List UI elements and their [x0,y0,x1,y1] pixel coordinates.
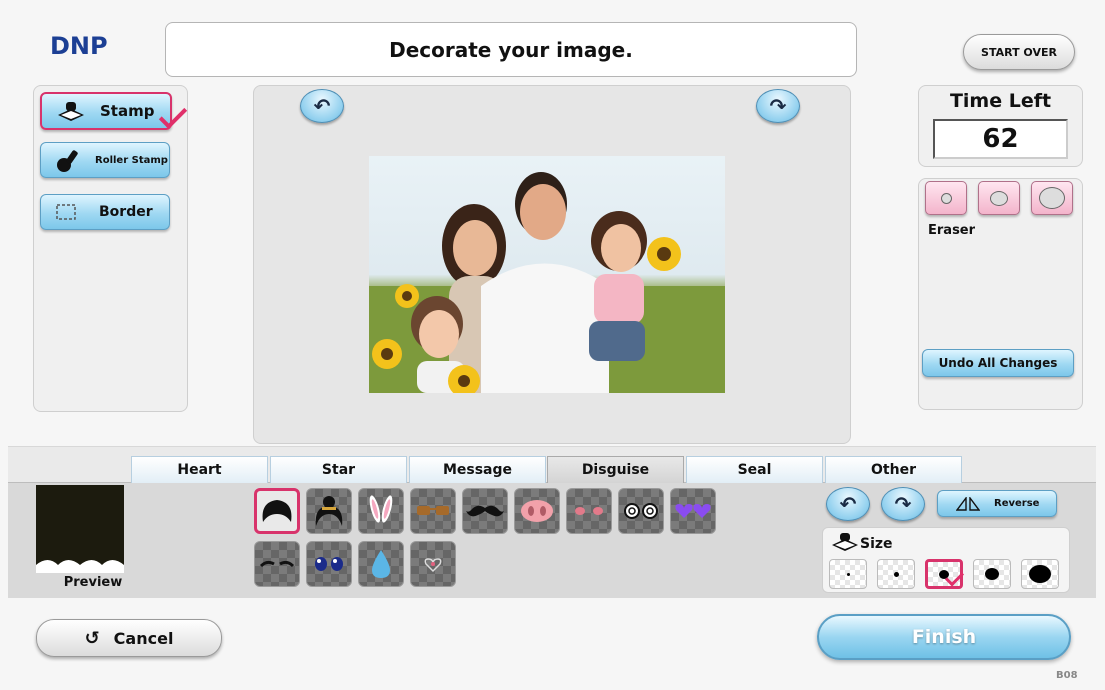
stamp-swirl-glasses[interactable] [618,488,664,534]
family-photo-image [369,172,725,393]
cancel-icon: ↺ [84,627,100,649]
afro-wig-icon [262,500,292,522]
mustache-icon [466,505,504,517]
tab-other[interactable]: Other [825,456,962,483]
border-icon [56,204,76,220]
size-dot-icon [985,568,999,580]
stamp-rotate-left-icon: ↶ [839,492,857,516]
brand-logo: DNP [50,32,108,60]
finish-button[interactable]: Finish [817,614,1071,660]
updo-wig-icon [315,496,343,526]
eraser-small-button[interactable] [925,181,967,215]
eraser-small-icon [940,192,952,204]
swirl-glasses-icon [624,503,658,519]
bunny-ears-icon [369,495,393,523]
size-dot-icon [846,572,850,576]
eraser-large-button[interactable] [1031,181,1073,215]
water-drop-icon [372,550,390,578]
rotate-right-icon: ↷ [769,94,787,118]
blush-cheeks-icon [575,507,603,515]
undo-all-button[interactable]: Undo All Changes [922,349,1074,377]
roller-stamp-tool-label: Roller Stamp [95,154,168,166]
timer-value: 62 [933,119,1068,159]
cancel-button[interactable]: ↺ Cancel [36,619,222,657]
size-option-2[interactable] [877,559,915,589]
stamp-afro-wig[interactable] [254,488,300,534]
stamp-rotate-right-button[interactable]: ↷ [881,487,925,521]
eraser-label: Eraser [928,223,976,238]
border-tool-button[interactable]: Border [40,194,170,230]
stamp-pig-nose[interactable] [514,488,560,534]
tab-star[interactable]: Star [270,456,407,483]
stamp-bunny-ears[interactable] [358,488,404,534]
tab-heart[interactable]: Heart [131,456,268,483]
rotate-right-button[interactable]: ↷ [756,89,800,123]
anime-eyes-icon [315,557,343,571]
tab-seal[interactable]: Seal [686,456,823,483]
eraser-medium-icon [990,190,1008,206]
pig-nose-icon [521,500,553,522]
page-title: Decorate your image. [165,22,857,77]
stamp-eyebrows[interactable] [254,541,300,587]
stamp-tool-button[interactable]: Stamp [40,92,172,130]
tab-disguise[interactable]: Disguise [547,456,684,483]
border-tool-label: Border [99,204,153,220]
size-option-4[interactable] [973,559,1011,589]
stamp-blush-cheeks[interactable] [566,488,612,534]
stamp-rotate-right-icon: ↷ [894,492,912,516]
start-over-button[interactable]: START OVER [963,34,1075,70]
heart-glasses-icon [675,504,711,518]
size-label: Size [860,536,893,552]
eraser-medium-button[interactable] [978,181,1020,215]
afro-wig-preview-icon [36,485,124,573]
stamp-icon [58,102,84,121]
stamp-heart-glasses[interactable] [670,488,716,534]
reverse-icon [956,496,980,511]
stamp-heart-sparkle[interactable] [410,541,456,587]
eraser-large-icon [1039,187,1065,209]
tools-panel [33,85,188,412]
glasses-icon [417,506,449,515]
stamp-mustache[interactable] [462,488,508,534]
size-stamp-icon [832,533,858,551]
roller-stamp-tool-button[interactable]: Roller Stamp [40,142,170,178]
cancel-label: Cancel [113,628,174,648]
photo-canvas[interactable] [369,156,725,393]
stamp-tool-label: Stamp [100,102,155,120]
stamp-anime-eyes[interactable] [306,541,352,587]
stamp-updo-wig[interactable] [306,488,352,534]
reverse-button[interactable]: Reverse [937,490,1057,517]
rotate-left-button[interactable]: ↶ [300,89,344,123]
stamp-preview [36,485,124,573]
reverse-label: Reverse [994,498,1040,509]
size-dot-icon [893,571,899,577]
size-option-1[interactable] [829,559,867,589]
stamp-rotate-left-button[interactable]: ↶ [826,487,870,521]
roller-stamp-icon [57,150,78,172]
size-dot-icon [1029,565,1051,583]
screen-code: B08 [1056,670,1078,681]
stamp-water-drop[interactable] [358,541,404,587]
preview-label: Preview [63,575,123,590]
heart-sparkle-icon [424,558,442,573]
eyebrows-icon [259,560,295,568]
stamp-glasses[interactable] [410,488,456,534]
rotate-left-icon: ↶ [313,94,331,118]
tab-message[interactable]: Message [409,456,546,483]
size-option-5[interactable] [1021,559,1059,589]
timer-label: Time Left [949,90,1052,112]
